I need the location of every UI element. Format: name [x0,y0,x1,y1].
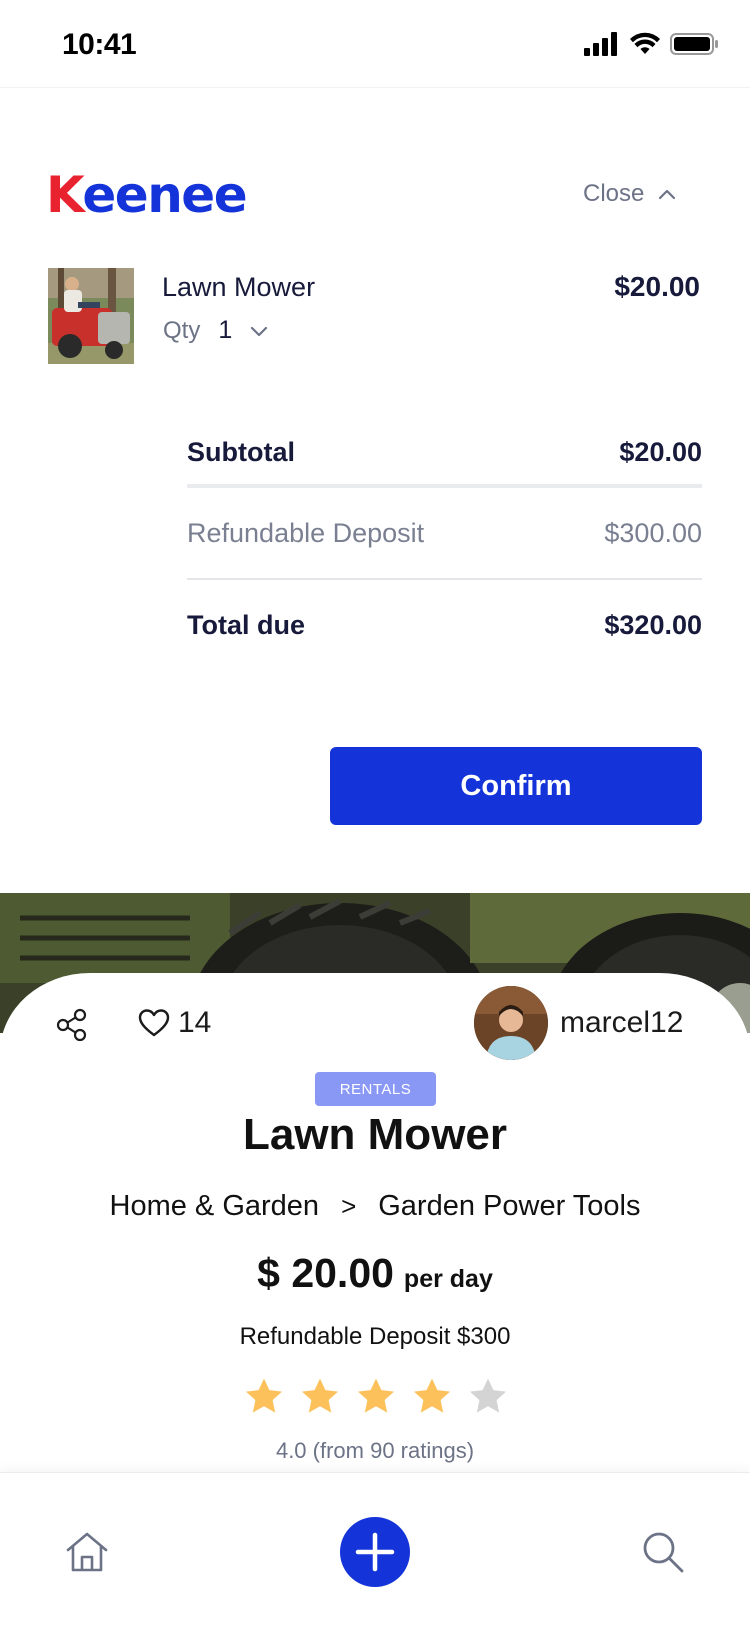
star-rating [243,1376,509,1418]
owner-profile[interactable]: marcel12 [474,986,683,1060]
brand-logo-rest: eenee [82,166,247,224]
add-listing-button[interactable] [340,1517,410,1587]
battery-icon [670,33,718,55]
subtotal-value: $20.00 [619,436,702,467]
order-summary: Subtotal $20.00 Refundable Deposit $300.… [187,420,702,670]
star-icon [245,1378,283,1413]
rating-text: 4.0 (from 90 ratings) [275,1438,475,1463]
price-unit: per day [403,1265,493,1293]
brand-logo: Keenee [46,170,248,220]
share-icon[interactable] [56,1008,88,1042]
breadcrumb: Home & Garden > Garden Power Tools [0,1190,750,1223]
total-label: Total due [187,609,305,640]
product-title: Lawn Mower [242,1110,508,1159]
star-icon [301,1378,339,1413]
owner-username: marcel12 [560,1006,684,1039]
star-icon [357,1378,395,1413]
brand-logo-k: K [46,166,84,224]
status-bar: 10:41 [0,0,750,88]
breadcrumb-subcategory[interactable]: Garden Power Tools [378,1190,640,1223]
breadcrumb-separator: > [341,1191,357,1221]
like-button[interactable]: 14 [138,1006,211,1040]
like-count: 14 [178,1006,212,1039]
wifi-icon [630,32,660,54]
deposit-note: Refundable Deposit $300 [239,1323,511,1350]
star-icon [469,1378,507,1413]
signal-icon [584,32,617,56]
total-row: Total due $320.00 [187,580,702,670]
status-icons [584,32,720,56]
chevron-down-icon [251,326,268,336]
subtotal-label: Subtotal [187,436,295,467]
status-time: 10:41 [62,28,137,61]
qty-value: 1 [218,316,233,344]
deposit-row: Refundable Deposit $300.00 [187,488,702,580]
close-label: Close [583,180,645,207]
chevron-up-icon [659,189,676,200]
plus-icon [355,1532,395,1572]
category-badge: RENTALS [315,1072,436,1106]
heart-icon [138,1009,170,1037]
subtotal-row: Subtotal $20.00 [187,420,702,488]
search-icon[interactable] [640,1529,686,1575]
close-toggle[interactable]: Close [583,180,676,208]
item-price: $20.00 [614,271,700,302]
qty-selector[interactable]: Qty 1 [163,316,268,345]
product-price: $ 20.00 [257,1250,394,1296]
total-value: $320.00 [604,609,702,640]
breadcrumb-category[interactable]: Home & Garden [110,1190,320,1223]
avatar [474,986,548,1060]
home-icon[interactable] [64,1529,110,1575]
bottom-nav [0,1472,750,1630]
item-thumbnail [48,268,134,364]
confirm-button[interactable]: Confirm [330,747,702,825]
star-icon [413,1378,451,1413]
qty-label: Qty [163,316,201,344]
item-name: Lawn Mower [162,272,316,302]
price-line: $ 20.00 per day [0,1250,750,1297]
deposit-label: Refundable Deposit [187,517,425,548]
deposit-value: $300.00 [604,517,702,548]
